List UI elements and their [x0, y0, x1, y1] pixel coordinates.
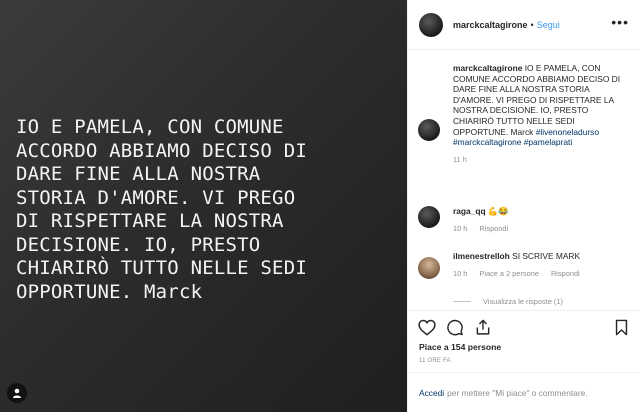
comments-list[interactable]: marckcaltagirone IO E PAMELA, CON COMUNE…: [408, 51, 640, 309]
post-timestamp[interactable]: 11 ORE FA: [419, 358, 451, 364]
hashtag-link[interactable]: #pamelaprati: [524, 137, 572, 147]
view-replies-label: Visualizza le risposte (1): [483, 297, 563, 306]
post-header: marckcaltagirone • Segui •••: [408, 0, 640, 50]
comment-time: 10 h: [453, 268, 468, 278]
person-icon[interactable]: [7, 383, 27, 403]
reply-button[interactable]: Rispondi: [479, 224, 508, 235]
caption-text: IO E PAMELA, CON COMUNE ACCORDO ABBIAMO …: [453, 63, 621, 137]
comment-text: 💪😂: [487, 206, 509, 216]
bookmark-icon[interactable]: [614, 319, 629, 341]
post-sidebar: marckcaltagirone • Segui ••• marckcaltag…: [407, 0, 640, 412]
follow-button[interactable]: Segui: [537, 20, 560, 30]
post-image[interactable]: IO E PAMELA, CON COMUNE ACCORDO ABBIAMO …: [0, 0, 407, 412]
caption-username[interactable]: marckcaltagirone: [453, 63, 522, 73]
login-prompt-text: per mettere "Mi piace" o commentare.: [447, 387, 588, 398]
more-options-icon[interactable]: •••: [611, 14, 629, 30]
share-icon[interactable]: [474, 319, 492, 341]
header-separator: •: [530, 19, 534, 30]
hashtag-link[interactable]: #livenoneladurso: [536, 127, 599, 137]
comment-username[interactable]: ilmenestrelloh: [453, 251, 510, 261]
comment-text: SI SCRIVE MARK: [512, 251, 581, 261]
avatar[interactable]: [419, 12, 443, 37]
avatar[interactable]: [418, 119, 440, 141]
comment-time: 10 h: [453, 223, 468, 233]
avatar[interactable]: [418, 206, 440, 228]
comment-likes[interactable]: Piace a 2 persone: [479, 269, 539, 280]
header-username[interactable]: marckcaltagirone: [453, 20, 528, 30]
reply-button[interactable]: Rispondi: [551, 269, 580, 280]
avatar[interactable]: [418, 257, 440, 279]
login-link[interactable]: Accedi: [419, 388, 444, 398]
comment-icon[interactable]: [446, 319, 464, 341]
heart-icon[interactable]: [418, 319, 436, 341]
divider: [453, 301, 471, 302]
caption-time: 11 h: [453, 154, 467, 164]
actions-bar: Piace a 154 persone 11 ORE FA: [408, 310, 640, 380]
view-replies-button[interactable]: Visualizza le risposte (1): [453, 297, 563, 306]
post-image-text: IO E PAMELA, CON COMUNE ACCORDO ABBIAMO …: [16, 116, 307, 303]
hashtag-link[interactable]: #marckcaltagirone: [453, 137, 521, 147]
login-prompt: Accedi per mettere "Mi piace" o commenta…: [408, 372, 640, 412]
comment-username[interactable]: raga_qq: [453, 206, 486, 216]
likes-count[interactable]: Piace a 154 persone: [419, 342, 501, 352]
